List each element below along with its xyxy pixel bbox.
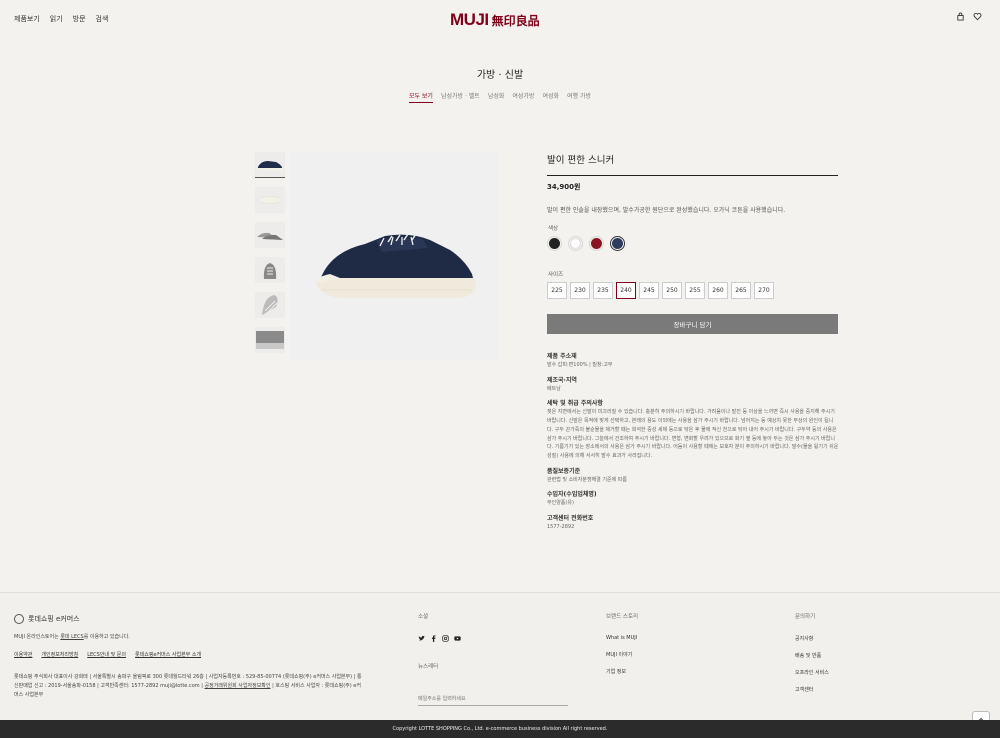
thumbnail-side[interactable] xyxy=(255,152,285,178)
link-customer-center[interactable]: 고객센터 xyxy=(795,686,829,693)
tab-mens-bags-belts[interactable]: 남성가방 · 벨트 xyxy=(441,91,480,103)
size-260[interactable]: 260 xyxy=(708,282,728,299)
social-icons xyxy=(418,635,568,642)
detail-text-cs: 1577-2892 xyxy=(547,524,575,531)
swatch-red[interactable] xyxy=(589,236,604,251)
thumbnail-detail[interactable] xyxy=(255,327,285,353)
size-270[interactable]: 270 xyxy=(754,282,774,299)
tab-womens-bags[interactable]: 여성가방 xyxy=(512,91,534,103)
link-what-is-muji[interactable]: What is MUJI xyxy=(606,635,638,641)
footer-col-social: 소셜 뉴스레터 xyxy=(418,612,568,706)
swatch-navy[interactable] xyxy=(610,236,625,251)
size-245[interactable]: 245 xyxy=(639,282,659,299)
footer-brand-name: 롯데쇼핑 e커머스 xyxy=(28,615,80,623)
copyright-bar: Copyright LOTTE SHOPPING Co., Ltd. e-com… xyxy=(0,720,1000,738)
footer-links: 이용약관 개인정보처리방침 LECS안내 및 문의 롯데쇼핑e커머스 사업본부 … xyxy=(14,651,201,658)
lecs-prefix: MUJI 온라인스토어는 xyxy=(14,634,61,640)
detail-text-care: 젖은 지면에서는 신발이 미끄러질 수 있습니다. 충분히 주의하시기 바랍니다… xyxy=(547,409,839,459)
link-shipping-returns[interactable]: 배송 및 반품 xyxy=(795,652,829,659)
product-description: 발이 편한 인솔을 내장했으며, 발수가공한 원단으로 완성했습니다. 오가닉 … xyxy=(547,207,786,214)
size-options: 225 230 235 240 245 250 255 260 265 270 xyxy=(547,282,774,299)
link-notice[interactable]: 공지사항 xyxy=(795,635,829,642)
footer-col-inquiry: 문의하기 공지사항 배송 및 반품 오프라인 서비스 고객센터 xyxy=(795,612,829,703)
newsletter-title: 뉴스레터 xyxy=(418,664,439,670)
thumbnail-front[interactable] xyxy=(255,257,285,283)
facebook-icon[interactable] xyxy=(430,635,437,642)
nav-item-products[interactable]: 제품보기 xyxy=(14,14,40,24)
size-250[interactable]: 250 xyxy=(662,282,682,299)
lecs-notice: MUJI 온라인스토어는 롯데 LECS를 이용하고 있습니다. xyxy=(14,633,130,640)
product-title: 발이 편한 스니커 xyxy=(547,152,838,176)
bag-icon[interactable] xyxy=(956,12,965,21)
link-terms[interactable]: 이용약관 xyxy=(14,651,32,658)
page-title: 가방 · 신발 xyxy=(476,70,524,81)
footer-brand: 롯데쇼핑 e커머스 xyxy=(14,614,80,624)
social-title: 소셜 xyxy=(418,614,429,620)
inquiry-title: 문의하기 xyxy=(795,614,816,620)
add-to-cart-button[interactable]: 장바구니 담기 xyxy=(547,314,838,334)
newsletter-email-input[interactable] xyxy=(418,693,568,706)
youtube-icon[interactable] xyxy=(454,635,461,642)
brand-story-title: 브랜드 스토리 xyxy=(606,614,639,620)
link-lecs[interactable]: LECS안내 및 문의 xyxy=(87,651,126,658)
lecs-suffix: 를 이용하고 있습니다. xyxy=(83,634,130,640)
nav-item-search[interactable]: 검색 xyxy=(96,14,109,24)
product-details: 제품 주소재 발수 갑피:면100% | 밑창:고무 제조국·지역 베트남 세탁… xyxy=(547,351,839,537)
detail-text-origin: 베트남 xyxy=(547,385,561,392)
link-company-info[interactable]: 기업 정보 xyxy=(606,668,638,675)
tab-mens-shoes[interactable]: 남성화 xyxy=(488,91,505,103)
twitter-icon[interactable] xyxy=(418,635,425,642)
swatch-black[interactable] xyxy=(547,236,562,251)
ftc-link[interactable]: 공정거래위원회 사업자정보확인 xyxy=(205,683,271,689)
thumbnail-sole[interactable] xyxy=(255,292,285,318)
instagram-icon[interactable] xyxy=(442,635,449,642)
link-about[interactable]: 롯데쇼핑e커머스 사업본부 소개 xyxy=(135,651,201,658)
color-label: 색상 xyxy=(548,226,559,232)
link-muji-story[interactable]: MUJI 이야기 xyxy=(606,651,638,658)
logo-wordmark: MUJI xyxy=(450,10,489,29)
nav-item-visit[interactable]: 방문 xyxy=(73,14,86,24)
size-265[interactable]: 265 xyxy=(731,282,751,299)
logo-kanji: 無印良品 xyxy=(491,13,540,28)
color-swatches xyxy=(547,236,625,251)
link-offline-service[interactable]: 오프라인 서비스 xyxy=(795,669,829,676)
size-label: 사이즈 xyxy=(548,272,564,278)
size-230[interactable]: 230 xyxy=(570,282,590,299)
tab-travel-bags[interactable]: 여행 가방 xyxy=(567,91,591,103)
size-255[interactable]: 255 xyxy=(685,282,705,299)
footer-col-brand-story: 브랜드 스토리 What is MUJI MUJI 이야기 기업 정보 xyxy=(606,612,638,685)
detail-title-material: 제품 주소재 xyxy=(547,353,577,360)
muji-logo[interactable]: MUJI 無印良品 xyxy=(450,10,540,30)
detail-text-material: 발수 갑피:면100% | 밑창:고무 xyxy=(547,362,613,368)
tab-all[interactable]: 모두 보기 xyxy=(408,91,433,103)
product-price: 34,900원 xyxy=(547,183,581,191)
size-240[interactable]: 240 xyxy=(616,282,636,299)
detail-text-importer: 무인양품(유) xyxy=(547,500,574,507)
header-icons xyxy=(956,12,982,21)
tab-womens-shoes[interactable]: 여성화 xyxy=(542,91,559,103)
top-nav: 제품보기 읽기 방문 검색 xyxy=(14,14,108,24)
nav-item-read[interactable]: 읽기 xyxy=(50,14,63,24)
heart-icon[interactable] xyxy=(973,12,982,21)
detail-title-cs: 고객센터 전화번호 xyxy=(547,515,594,523)
size-235[interactable]: 235 xyxy=(593,282,613,299)
swatch-white[interactable] xyxy=(568,236,583,251)
thumbnail-top[interactable] xyxy=(255,187,285,213)
detail-text-warranty: 관련법 및 소비자분쟁해결 기준에 따름 xyxy=(547,476,627,483)
detail-title-origin: 제조국·지역 xyxy=(547,376,577,384)
product-main-image xyxy=(290,152,499,361)
lecs-link[interactable]: 롯데 LECS xyxy=(60,634,83,640)
thumbnail-list xyxy=(255,152,285,362)
link-privacy[interactable]: 개인정보처리방침 xyxy=(41,651,78,658)
category-tabs: 모두 보기 남성가방 · 벨트 남성화 여성가방 여성화 여행 가방 xyxy=(0,91,1000,103)
size-225[interactable]: 225 xyxy=(547,282,567,299)
lotte-logo-icon xyxy=(14,614,24,624)
corporate-info: 롯데쇼핑 주식회사 대표이사 강희태 | 서울특별시 송파구 올림픽로 300 … xyxy=(14,673,364,700)
thumbnail-pair[interactable] xyxy=(255,222,285,248)
detail-title-care: 세탁 및 취급 주의사항 xyxy=(547,400,603,408)
detail-title-warranty: 품질보증기준 xyxy=(547,467,581,475)
detail-title-importer: 수입자(수입업체명) xyxy=(547,491,597,499)
